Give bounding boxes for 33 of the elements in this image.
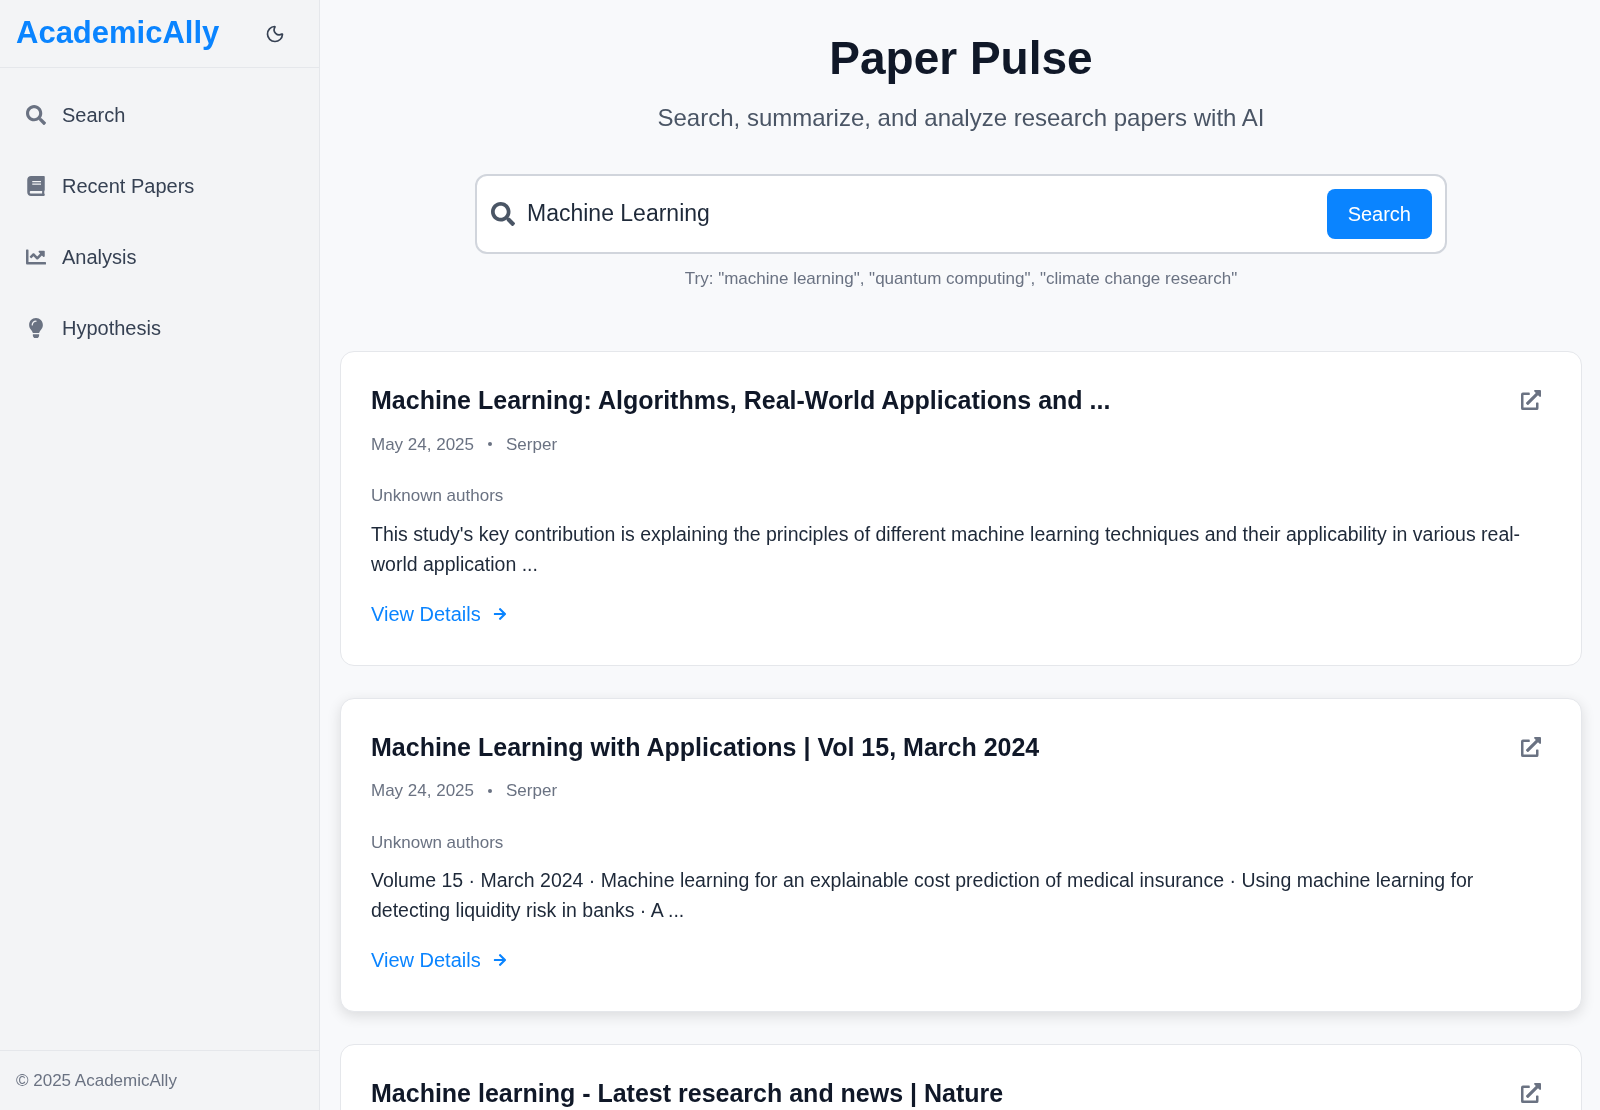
lightbulb-icon [26, 317, 46, 338]
book-icon [26, 175, 46, 196]
search-icon [491, 201, 515, 226]
external-link-icon[interactable] [1521, 736, 1541, 757]
sidebar-item[interactable]: Analysis [14, 226, 305, 287]
paper-title[interactable]: Machine learning - Latest research and news | Nature [371, 1075, 1004, 1110]
paper-date: May 24, 2025 [371, 433, 474, 456]
external-link-icon[interactable] [1521, 390, 1541, 410]
sidebar-item[interactable]: Recent Papers [14, 155, 305, 216]
paper-authors: Unknown authors [371, 831, 505, 854]
search-button[interactable]: Search [1326, 188, 1432, 239]
view-details-link[interactable]: View Details [371, 945, 507, 975]
paper-snippet: Volume 15 · March 2024 · Machine learning for an explainable cost prediction of medical insurance · Using machine learning for detecting liquidity risk in banks · A ... [371, 868, 1475, 923]
arrow-right-icon [492, 606, 507, 621]
paper-snippet: This study's key contribution is explaining the principles of different machine learning techniques and their applicability in various real-world application ... [371, 521, 1522, 577]
paper-authors: Unknown authors [371, 485, 505, 507]
paper-date: May 24, 2025 [371, 780, 474, 802]
search-icon [26, 104, 46, 125]
paper-source: Serper [506, 433, 558, 456]
search-field[interactable]: Machine Learning Search [475, 173, 1447, 254]
sidebar-item[interactable]: Search [14, 84, 305, 145]
search-hint: Try: "machine learning", "quantum computing", "climate change research" [684, 267, 1238, 290]
paper-title[interactable]: Machine Learning: Algorithms, Real-World Applications and ... [371, 382, 1111, 420]
view-details-link[interactable]: View Details [371, 598, 507, 629]
page-title: Paper Pulse [829, 31, 1093, 86]
external-link-icon[interactable] [1521, 1083, 1541, 1103]
paper-title[interactable]: Machine Learning with Applications | Vol 15, March 2024 [371, 728, 1040, 766]
copyright-text: © 2025 AcademicAlly [16, 1069, 177, 1092]
app-logo: AcademicAlly [16, 14, 220, 53]
sidebar-item[interactable]: Hypothesis [14, 297, 305, 358]
page-subtitle: Search, summarize, and analyze research papers with AI [657, 102, 1265, 133]
paper-source: Serper [506, 780, 558, 802]
arrow-right-icon [492, 953, 507, 967]
